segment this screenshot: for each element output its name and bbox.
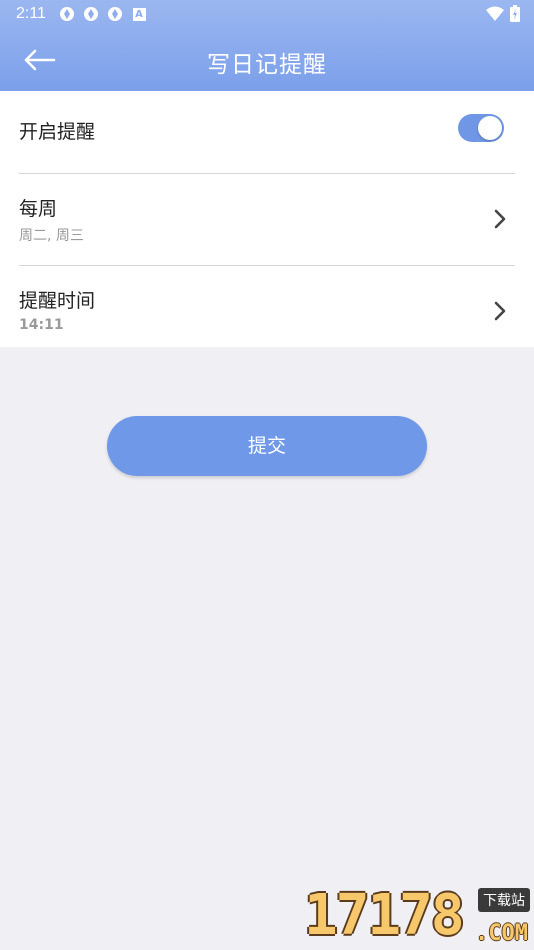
watermark-digits: 17178 <box>304 883 465 948</box>
title-bar: 写日记提醒 <box>0 30 534 91</box>
sync-icon <box>82 5 100 23</box>
sync-icon <box>58 5 76 23</box>
font-icon-letter: A <box>132 7 146 21</box>
submit-button[interactable]: 提交 <box>107 416 427 476</box>
font-icon: A <box>130 5 148 23</box>
chevron-right-icon <box>494 301 506 321</box>
repeat-value: 周二, 周三 <box>19 228 84 244</box>
status-bar: 2:11 A <box>0 0 534 28</box>
battery-icon <box>510 5 520 26</box>
watermark-logo: 17178 下载站 .COM <box>304 883 530 950</box>
enable-reminder-row[interactable]: 开启提醒 <box>0 91 534 173</box>
toggle-knob <box>478 116 502 140</box>
reminder-time-row[interactable]: 提醒时间 14:11 <box>0 266 534 347</box>
repeat-label: 每周 <box>19 198 58 220</box>
notification-icons: A <box>58 5 148 23</box>
enable-reminder-label: 开启提醒 <box>19 121 96 143</box>
system-icons <box>486 5 520 26</box>
sync-icon <box>106 5 124 23</box>
reminder-time-value: 14:11 <box>19 317 64 333</box>
watermark-tag: 下载站 <box>478 888 530 912</box>
watermark-suffix: .COM <box>475 921 528 946</box>
enable-reminder-toggle[interactable] <box>458 114 504 142</box>
page-title: 写日记提醒 <box>207 52 327 78</box>
chevron-right-icon <box>494 209 506 229</box>
reminder-time-label: 提醒时间 <box>19 290 96 312</box>
status-time: 2:11 <box>16 5 46 22</box>
wifi-icon <box>486 6 504 26</box>
header: 2:11 A 写日记提醒 <box>0 0 534 91</box>
repeat-row[interactable]: 每周 周二, 周三 <box>0 174 534 265</box>
settings-panel: 开启提醒 每周 周二, 周三 提醒时间 14:11 <box>0 91 534 347</box>
